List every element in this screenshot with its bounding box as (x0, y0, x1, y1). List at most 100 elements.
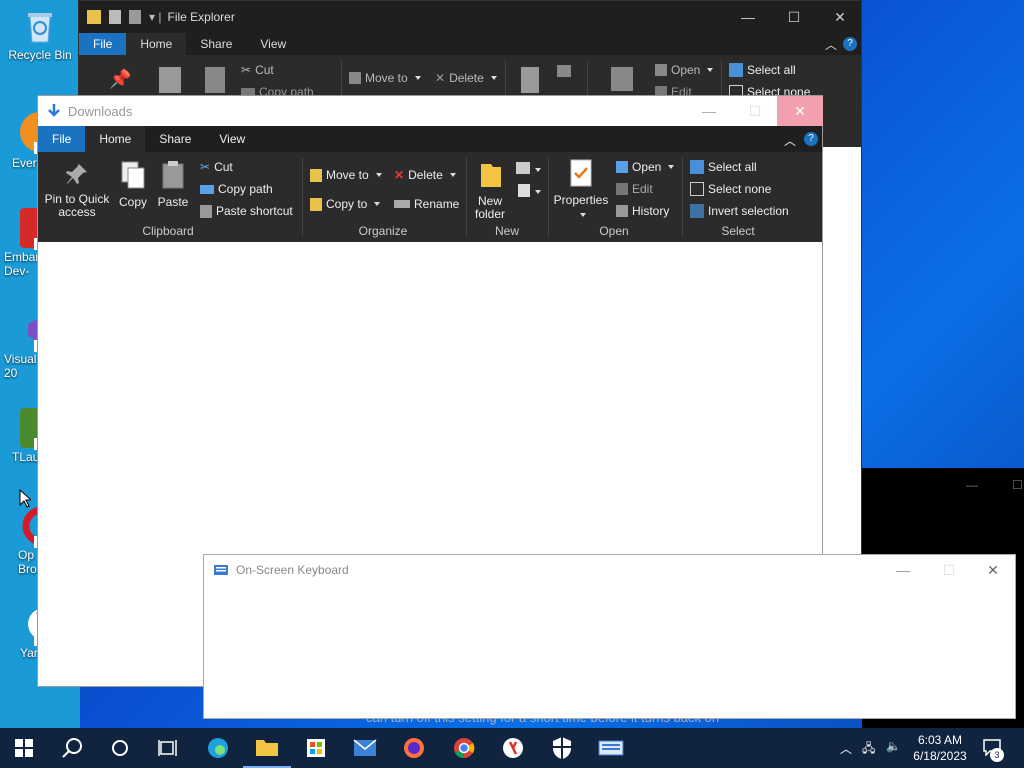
tab-view[interactable]: View (205, 126, 259, 152)
new-item-icon[interactable] (557, 65, 571, 77)
taskbar-store[interactable] (292, 728, 340, 768)
desktop-icon-recycle-bin[interactable]: Recycle Bin (0, 6, 80, 62)
minimize-icon[interactable]: — (966, 478, 978, 492)
taskbar-yandex[interactable] (489, 728, 537, 768)
new-item-icon[interactable] (516, 162, 530, 174)
maximize-icon[interactable]: ☐ (1012, 478, 1023, 492)
copy-button[interactable]: Copy (116, 160, 150, 209)
window-title: On-Screen Keyboard (236, 563, 349, 577)
select-none-icon (690, 182, 704, 196)
clock[interactable]: 6:03 AM 6/18/2023 (908, 732, 972, 764)
taskbar-chrome[interactable] (440, 728, 488, 768)
easy-access-icon[interactable] (518, 184, 530, 197)
tab-share[interactable]: Share (186, 33, 246, 55)
search-icon (62, 738, 82, 758)
move-to-icon (349, 72, 361, 84)
select-all-button[interactable]: Select all (747, 63, 796, 77)
ribbon-tabs: File Home Share View ︿ ? (38, 126, 822, 152)
group-label-select: Select (721, 224, 755, 238)
tab-home[interactable]: Home (126, 33, 187, 55)
paste-icon[interactable] (205, 67, 225, 93)
properties-icon (570, 159, 592, 187)
move-to-icon (310, 168, 322, 182)
download-arrow-icon (48, 104, 60, 117)
copy-icon (121, 161, 145, 189)
new-folder-icon[interactable] (129, 10, 141, 24)
group-label-clipboard: Clipboard (142, 224, 194, 238)
copy-to-button[interactable]: Copy to (326, 197, 367, 211)
select-none-button[interactable]: Select none (708, 182, 771, 196)
copy-path-button[interactable]: Copy path (218, 182, 273, 196)
taskbar-security[interactable] (538, 728, 586, 768)
cortana-button[interactable] (96, 728, 144, 768)
move-to-button[interactable]: Move to (326, 168, 369, 182)
maximize-button[interactable]: ☐ (771, 1, 817, 33)
minimize-button[interactable]: — (686, 96, 732, 126)
network-icon[interactable]: 🖧 (862, 739, 875, 760)
collapse-ribbon-icon[interactable]: ︿ (825, 36, 837, 53)
action-center-button[interactable]: 3 (982, 738, 1004, 762)
rename-icon (394, 200, 410, 208)
new-folder-button[interactable]: New folder (472, 160, 508, 221)
tab-file[interactable]: File (38, 126, 86, 152)
properties-icon[interactable] (109, 10, 121, 24)
volume-muted-icon[interactable]: 🔈 (886, 739, 901, 753)
pin-icon[interactable]: 📌 (109, 69, 131, 90)
properties-button[interactable]: Properties (552, 158, 610, 221)
edit-button[interactable]: Edit (632, 182, 653, 196)
taskbar-on-screen-keyboard[interactable] (587, 728, 635, 768)
history-icon (616, 205, 628, 217)
help-icon[interactable]: ? (804, 132, 818, 146)
delete-button[interactable]: Delete (449, 71, 484, 85)
history-button[interactable]: History (632, 204, 669, 218)
taskbar: ︿ 🖧 🔈 6:03 AM 6/18/2023 3 (0, 728, 1024, 768)
task-view-button[interactable] (144, 728, 192, 768)
time: 6:03 AM (917, 733, 963, 747)
delete-button[interactable]: Delete (408, 168, 443, 182)
task-view-icon (158, 740, 177, 756)
new-folder-icon[interactable] (521, 67, 539, 93)
rename-button[interactable]: Rename (414, 197, 459, 211)
open-button[interactable]: Open (632, 160, 661, 174)
paste-button[interactable]: Paste (156, 160, 190, 209)
keyboard-icon (214, 565, 228, 575)
recycle-bin-icon (20, 6, 60, 46)
minimize-button[interactable]: — (880, 555, 926, 585)
window-title: File Explorer (167, 10, 235, 24)
start-button[interactable] (0, 728, 48, 768)
tab-home[interactable]: Home (85, 126, 146, 152)
copy-icon[interactable] (159, 67, 181, 93)
select-all-button[interactable]: Select all (708, 160, 757, 174)
maximize-button[interactable]: ☐ (732, 96, 778, 126)
cut-button[interactable]: Cut (214, 160, 233, 174)
close-button[interactable]: ✕ (817, 1, 863, 33)
taskbar-mail[interactable] (341, 728, 389, 768)
delete-icon: ✕ (394, 168, 405, 182)
maximize-button[interactable]: ☐ (926, 555, 972, 585)
invert-selection-button[interactable]: Invert selection (708, 204, 789, 218)
pin-to-quick-access-button[interactable]: Pin to Quick access (44, 162, 110, 219)
help-icon[interactable]: ? (843, 37, 857, 51)
tab-share[interactable]: Share (145, 126, 205, 152)
cut-button[interactable]: Cut (255, 63, 274, 77)
on-screen-keyboard-window: On-Screen Keyboard — ☐ ✕ (203, 554, 1016, 719)
show-hidden-icons-icon[interactable]: ︿ (840, 740, 852, 757)
date: 6/18/2023 (913, 749, 967, 763)
taskbar-file-explorer[interactable] (243, 728, 291, 768)
tab-view[interactable]: View (246, 33, 300, 55)
tab-file[interactable]: File (79, 33, 127, 55)
collapse-ribbon-icon[interactable]: ︿ (784, 132, 796, 149)
window-title: Downloads (68, 103, 133, 119)
cortana-circle-icon (112, 740, 128, 756)
open-button[interactable]: Open (671, 63, 700, 77)
paste-shortcut-button[interactable]: Paste shortcut (216, 204, 293, 218)
close-button[interactable]: ✕ (970, 555, 1016, 585)
close-button[interactable]: ✕ (777, 96, 823, 126)
move-to-button[interactable]: Move to (365, 71, 408, 85)
taskbar-edge[interactable] (194, 728, 242, 768)
minimize-button[interactable]: — (725, 1, 771, 33)
properties-icon[interactable] (611, 67, 633, 91)
group-label-new: New (494, 224, 519, 238)
search-button[interactable] (48, 728, 96, 768)
taskbar-firefox[interactable] (390, 728, 438, 768)
